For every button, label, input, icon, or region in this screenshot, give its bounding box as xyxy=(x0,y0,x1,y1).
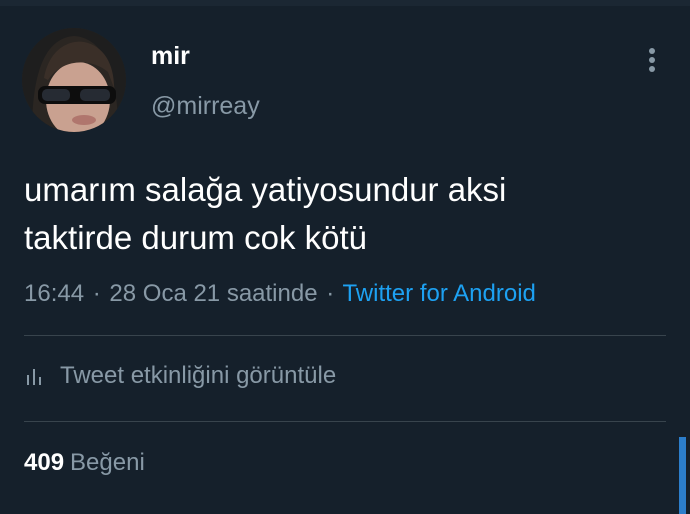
tweet-text-line: taktirde durum cok kötü xyxy=(24,219,367,256)
avatar-photo xyxy=(22,28,126,132)
tweet-text-line: umarım salağa yatiyosundur aksi xyxy=(24,171,507,208)
scrollbar[interactable] xyxy=(679,437,686,514)
view-activity-button[interactable]: Tweet etkinliğini görüntüle xyxy=(24,362,336,390)
top-divider xyxy=(0,0,690,6)
tweet-meta: 16:44 · 28 Oca 21 saatinde · Twitter for… xyxy=(24,280,536,308)
divider xyxy=(24,335,666,336)
view-activity-label: Tweet etkinliğini görüntüle xyxy=(60,362,337,389)
meta-separator: · xyxy=(92,280,101,307)
tweet-source-link[interactable]: Twitter for Android xyxy=(342,280,535,307)
likes-stat[interactable]: 409 Beğeni xyxy=(24,449,145,477)
likes-count: 409 xyxy=(24,449,65,476)
author-handle[interactable]: @mirreay xyxy=(151,92,260,121)
tweet-date[interactable]: 28 Oca 21 saatinde xyxy=(109,280,317,307)
analytics-bars-icon xyxy=(27,369,41,385)
tweet-time[interactable]: 16:44 xyxy=(24,280,84,307)
avatar[interactable] xyxy=(22,28,126,132)
author-name[interactable]: mir xyxy=(151,42,190,71)
divider xyxy=(24,421,666,422)
more-vertical-icon[interactable] xyxy=(640,44,664,76)
meta-separator: · xyxy=(326,280,335,307)
tweet-text: umarım salağa yatiyosundur aksi taktirde… xyxy=(24,166,664,262)
likes-label: Beğeni xyxy=(70,449,145,476)
